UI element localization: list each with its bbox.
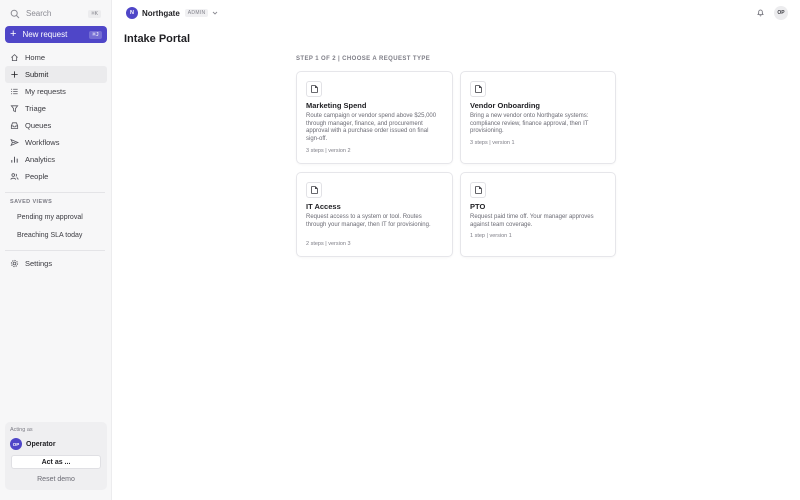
saved-views-title: SAVED VIEWS [10, 199, 53, 205]
card-description: Request paid time off. Your manager appr… [470, 214, 594, 228]
sidebar-item-label: My requests [25, 87, 66, 96]
inbox-icon [10, 122, 19, 129]
step-label: STEP 1 OF 2 | CHOOSE A REQUEST TYPE [296, 56, 431, 62]
bell-icon[interactable] [756, 8, 765, 17]
saved-view-breaching-sla[interactable]: Breaching SLA today [17, 232, 82, 239]
sidebar-divider [5, 192, 105, 193]
search-shortcut: ⌘K [88, 9, 101, 18]
search-placeholder: Search [26, 9, 52, 18]
card-title: IT Access [306, 202, 341, 211]
card-description: Route campaign or vendor spend above $25… [306, 113, 437, 142]
card-description: Request access to a system or tool. Rout… [306, 214, 431, 228]
card-title: Marketing Spend [306, 101, 367, 110]
request-type-card-pto[interactable]: PTO Request paid time off. Your manager … [460, 172, 616, 257]
sidebar-item-my-requests[interactable]: My requests [5, 83, 107, 100]
avatar: OP [10, 438, 22, 450]
request-type-card-it-access[interactable]: IT Access Request access to a system or … [296, 172, 453, 257]
acting-as-label: Acting as [10, 427, 33, 433]
card-meta: 2 steps | version 3 [306, 241, 351, 247]
card-meta: 1 step | version 1 [470, 233, 512, 239]
plus-icon: + [10, 28, 17, 40]
document-icon [470, 182, 486, 198]
new-request-label: New request [22, 30, 68, 39]
acting-user: OP Operator [10, 438, 56, 450]
card-description: Bring a new vendor onto Northgate system… [470, 113, 589, 135]
sidebar-item-triage[interactable]: Triage [5, 100, 107, 117]
sidebar-item-label: Analytics [25, 155, 56, 164]
act-as-button[interactable]: Act as ... [11, 455, 101, 469]
sidebar-item-analytics[interactable]: Analytics [5, 151, 107, 168]
document-icon [306, 182, 322, 198]
chevron-down-icon [213, 11, 218, 15]
new-request-button[interactable]: + New request ⌘J [5, 26, 107, 43]
plus-icon [11, 71, 18, 78]
sidebar-item-submit[interactable]: Submit [5, 66, 107, 83]
settings-button[interactable]: Settings [5, 255, 107, 272]
home-icon [11, 54, 18, 62]
bar-chart-icon [11, 156, 18, 163]
org-name: Northgate [142, 8, 180, 18]
new-request-shortcut: ⌘J [89, 30, 102, 39]
list-icon [11, 88, 18, 95]
card-meta: 3 steps | version 1 [470, 140, 515, 146]
sidebar-item-label: Triage [25, 104, 46, 113]
sidebar-item-home[interactable]: Home [5, 49, 107, 66]
acting-as-panel: Acting as OP Operator Act as ... Reset d… [5, 422, 107, 490]
sidebar: Search ⌘K + New request ⌘J Home Submit M… [0, 0, 112, 500]
search-icon [10, 9, 20, 18]
users-icon [10, 173, 19, 180]
org-switcher[interactable]: N Northgate ADMIN [126, 7, 218, 19]
acting-user-name: Operator [26, 440, 56, 448]
card-meta: 3 steps | version 2 [306, 148, 351, 154]
org-logo: N [126, 7, 138, 19]
sidebar-item-workflows[interactable]: Workflows [5, 134, 107, 151]
sidebar-item-label: Queues [25, 121, 52, 130]
saved-view-pending-approval[interactable]: Pending my approval [17, 214, 83, 221]
sidebar-nav: Home Submit My requests Triage Queues Wo… [5, 49, 107, 185]
sidebar-item-label: Submit [25, 70, 49, 79]
send-icon [10, 138, 19, 147]
card-title: PTO [470, 202, 486, 211]
funnel-icon [10, 105, 19, 113]
sidebar-item-label: Workflows [25, 138, 60, 147]
page-title: Intake Portal [124, 33, 191, 45]
document-icon [306, 81, 322, 97]
gear-icon [10, 259, 19, 268]
user-avatar[interactable]: OP [774, 6, 788, 20]
sidebar-item-label: People [25, 172, 49, 181]
role-badge: ADMIN [184, 9, 209, 17]
reset-demo-button[interactable]: Reset demo [5, 476, 107, 483]
document-icon [470, 81, 486, 97]
sidebar-item-label: Home [25, 53, 46, 62]
request-type-card-vendor-onboarding[interactable]: Vendor Onboarding Bring a new vendor ont… [460, 71, 616, 164]
card-title: Vendor Onboarding [470, 101, 541, 110]
request-type-card-marketing-spend[interactable]: Marketing Spend Route campaign or vendor… [296, 71, 453, 164]
sidebar-divider [5, 250, 105, 251]
sidebar-item-people[interactable]: People [5, 168, 107, 185]
sidebar-item-queues[interactable]: Queues [5, 117, 107, 134]
settings-label: Settings [25, 259, 53, 268]
search-input[interactable]: Search ⌘K [5, 5, 106, 22]
